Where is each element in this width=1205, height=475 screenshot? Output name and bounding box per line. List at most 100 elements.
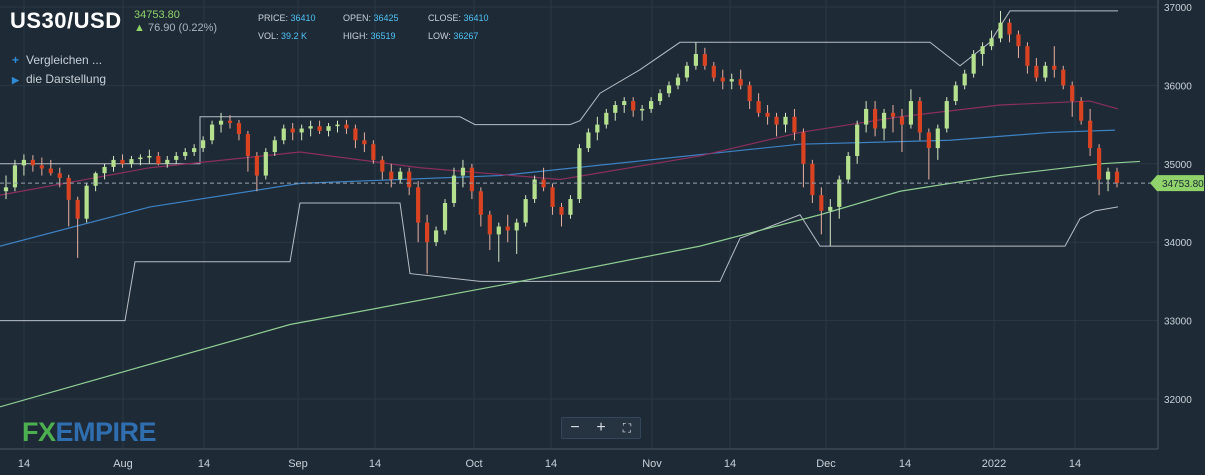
zoom-in-button[interactable]: + bbox=[588, 418, 614, 438]
x-tick-label: Sep bbox=[288, 458, 308, 470]
candle-body bbox=[156, 155, 161, 164]
candle-body bbox=[299, 128, 304, 133]
candle-body bbox=[183, 152, 188, 156]
candle-body bbox=[496, 226, 501, 235]
candle-body bbox=[1096, 148, 1102, 180]
logo-fx: FX bbox=[22, 417, 56, 447]
candle-body bbox=[192, 148, 197, 153]
candle-body bbox=[657, 93, 663, 102]
candle-body bbox=[640, 108, 645, 111]
candle-body bbox=[514, 222, 519, 231]
x-tick-label: 14 bbox=[545, 458, 557, 470]
arrow-up-icon: ▲ bbox=[134, 22, 145, 34]
last-price: 34753.80 bbox=[134, 9, 180, 21]
candle-body bbox=[1043, 65, 1048, 78]
candle-body bbox=[1088, 120, 1093, 149]
candle-body bbox=[568, 199, 573, 215]
candle-body bbox=[317, 126, 322, 131]
ohlc-vol: VOL: 39.2 K bbox=[258, 31, 307, 41]
candle-body bbox=[890, 112, 896, 117]
y-tick-label: 32000 bbox=[1164, 395, 1192, 406]
ohlc-open: OPEN: 36425 bbox=[343, 13, 399, 23]
close-value: 36410 bbox=[463, 13, 489, 23]
x-tick-label: 14 bbox=[369, 458, 381, 470]
candle-body bbox=[998, 22, 1003, 39]
candle-body bbox=[227, 120, 233, 124]
price-change: ▲ 76.90 (0.22%) bbox=[134, 22, 217, 34]
fullscreen-icon[interactable]: ⛶ bbox=[614, 418, 640, 438]
candlestick-chart[interactable]: 32000 33000 34000 35000 36000 37000 14 Aug 14 Sep… bbox=[0, 0, 1205, 475]
candle-body bbox=[550, 187, 555, 207]
fxempire-logo: FXEMPIRE bbox=[22, 417, 157, 448]
candle-body bbox=[532, 179, 537, 200]
candle-body bbox=[586, 132, 591, 149]
display-button[interactable]: ▶ die Darstellung bbox=[12, 72, 106, 86]
price-change-value: 76.90 (0.22%) bbox=[147, 22, 218, 34]
candle-body bbox=[765, 112, 770, 117]
zoom-out-button[interactable]: − bbox=[562, 418, 588, 438]
ohlc-close: CLOSE: 36410 bbox=[428, 13, 489, 23]
x-tick-label: 14 bbox=[198, 458, 210, 470]
candle-body bbox=[1079, 101, 1084, 121]
plus-icon: + bbox=[12, 53, 20, 67]
candle-body bbox=[138, 157, 143, 160]
x-tick-label: 14 bbox=[724, 458, 736, 470]
candle-body bbox=[451, 175, 457, 203]
candle-body bbox=[971, 54, 976, 74]
high-label: HIGH: bbox=[343, 31, 369, 41]
candle-body bbox=[756, 101, 761, 113]
candle-body bbox=[505, 226, 510, 231]
candle-body bbox=[1034, 65, 1039, 78]
display-label: die Darstellung bbox=[26, 72, 107, 86]
candle-body bbox=[371, 144, 376, 160]
candle-body bbox=[57, 173, 62, 178]
candle-body bbox=[254, 155, 259, 176]
candle-body bbox=[783, 116, 788, 125]
candle-body bbox=[1007, 22, 1012, 35]
candle-body bbox=[245, 134, 251, 156]
candle-body bbox=[308, 126, 313, 129]
candle-body bbox=[3, 187, 9, 192]
candle-body bbox=[398, 171, 403, 180]
logo-empire: EMPIRE bbox=[55, 417, 157, 447]
candle-body bbox=[944, 101, 949, 129]
candle-body bbox=[147, 155, 152, 158]
moving-average-mid bbox=[0, 129, 1116, 247]
donchian-lower-line bbox=[0, 202, 1119, 322]
candle-body bbox=[290, 128, 295, 133]
candle-body bbox=[389, 171, 394, 180]
x-tick-label: Nov bbox=[642, 458, 662, 470]
play-icon: ▶ bbox=[12, 75, 19, 85]
candle-body bbox=[469, 167, 475, 192]
candle-body bbox=[801, 132, 806, 164]
candle-body bbox=[702, 54, 707, 66]
candle-body bbox=[1016, 34, 1021, 47]
candle-body bbox=[362, 140, 367, 145]
chart-container[interactable]: 32000 33000 34000 35000 36000 37000 14 Aug 14 Sep… bbox=[0, 0, 1205, 475]
x-tick-label: 2022 bbox=[982, 458, 1006, 470]
candle-body bbox=[855, 124, 860, 156]
candle-body bbox=[684, 65, 690, 78]
open-label: OPEN: bbox=[343, 13, 372, 23]
candle-body bbox=[559, 206, 564, 215]
candle-body bbox=[899, 116, 905, 125]
candle-body bbox=[1052, 65, 1057, 70]
candle-body bbox=[595, 124, 600, 133]
candle-body bbox=[174, 155, 179, 160]
candle-body bbox=[577, 148, 582, 200]
open-value: 36425 bbox=[373, 13, 399, 23]
candle-body bbox=[864, 108, 869, 125]
candle-body bbox=[218, 120, 224, 125]
compare-label: Vergleichen ... bbox=[26, 53, 103, 67]
candle-body bbox=[380, 159, 385, 172]
compare-button[interactable]: + Vergleichen ... bbox=[12, 53, 102, 67]
candle-body bbox=[729, 79, 734, 82]
ohlc-price: PRICE: 36410 bbox=[258, 13, 316, 23]
candle-body bbox=[120, 159, 125, 164]
candle-body bbox=[926, 132, 931, 149]
candle-body bbox=[980, 46, 985, 55]
symbol-title: US30/USD bbox=[10, 8, 122, 33]
candle-body bbox=[30, 159, 35, 166]
candle-body bbox=[622, 101, 627, 105]
candle-body bbox=[1114, 171, 1120, 184]
